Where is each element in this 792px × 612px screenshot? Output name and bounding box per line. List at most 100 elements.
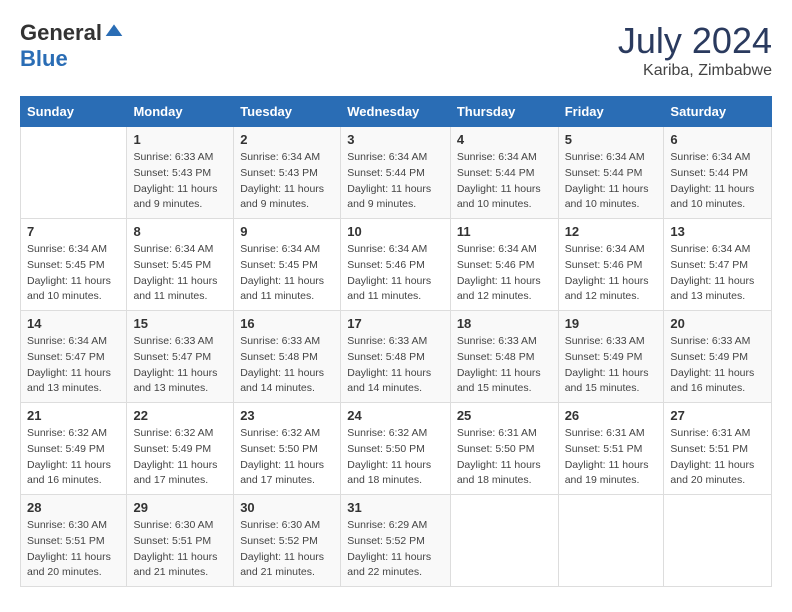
day-info: Sunrise: 6:34 AM Sunset: 5:43 PM Dayligh… [240,150,334,213]
day-info: Sunrise: 6:34 AM Sunset: 5:44 PM Dayligh… [457,150,552,213]
day-info: Sunrise: 6:34 AM Sunset: 5:44 PM Dayligh… [670,150,765,213]
day-info: Sunrise: 6:30 AM Sunset: 5:51 PM Dayligh… [133,518,227,581]
calendar-cell: 19 Sunrise: 6:33 AM Sunset: 5:49 PM Dayli… [558,311,664,403]
calendar-cell: 15Sunrise: 6:33 AM Sunset: 5:47 PM Dayli… [127,311,234,403]
calendar-cell: 31 Sunrise: 6:29 AM Sunset: 5:52 PM Dayli… [341,495,451,587]
day-number: 30 [240,500,334,515]
calendar-week-row: 14 Sunrise: 6:34 AM Sunset: 5:47 PM Dayli… [21,311,772,403]
day-info: Sunrise: 6:32 AM Sunset: 5:49 PM Dayligh… [27,426,120,489]
day-info: Sunrise: 6:34 AM Sunset: 5:44 PM Dayligh… [565,150,658,213]
calendar-cell: 25 Sunrise: 6:31 AM Sunset: 5:50 PM Dayli… [450,403,558,495]
day-number: 2 [240,132,334,147]
day-info: Sunrise: 6:34 AM Sunset: 5:45 PM Dayligh… [240,242,334,305]
day-number: 18 [457,316,552,331]
day-info: Sunrise: 6:32 AM Sunset: 5:50 PM Dayligh… [347,426,444,489]
day-info: Sunrise: 6:33 AM Sunset: 5:47 PM Dayligh… [133,334,227,397]
day-number: 29 [133,500,227,515]
calendar-week-row: 28Sunrise: 6:30 AM Sunset: 5:51 PM Dayli… [21,495,772,587]
calendar-cell: 26Sunrise: 6:31 AM Sunset: 5:51 PM Dayli… [558,403,664,495]
location-title: Kariba, Zimbabwe [618,62,772,80]
calendar-cell: 17Sunrise: 6:33 AM Sunset: 5:48 PM Dayli… [341,311,451,403]
calendar-cell: 8 Sunrise: 6:34 AM Sunset: 5:45 PM Daylig… [127,219,234,311]
calendar-cell: 5 Sunrise: 6:34 AM Sunset: 5:44 PM Daylig… [558,127,664,219]
day-number: 3 [347,132,444,147]
day-info: Sunrise: 6:33 AM Sunset: 5:48 PM Dayligh… [457,334,552,397]
calendar-table: SundayMondayTuesdayWednesdayThursdayFrid… [20,96,772,587]
day-info: Sunrise: 6:34 AM Sunset: 5:47 PM Dayligh… [670,242,765,305]
day-number: 4 [457,132,552,147]
calendar-cell: 11Sunrise: 6:34 AM Sunset: 5:46 PM Dayli… [450,219,558,311]
day-number: 8 [133,224,227,239]
day-number: 26 [565,408,658,423]
day-number: 27 [670,408,765,423]
calendar-cell: 21 Sunrise: 6:32 AM Sunset: 5:49 PM Dayli… [21,403,127,495]
day-info: Sunrise: 6:30 AM Sunset: 5:52 PM Dayligh… [240,518,334,581]
day-header-wednesday: Wednesday [341,97,451,127]
day-header-tuesday: Tuesday [234,97,341,127]
calendar-cell [558,495,664,587]
day-header-friday: Friday [558,97,664,127]
day-number: 24 [347,408,444,423]
day-info: Sunrise: 6:31 AM Sunset: 5:50 PM Dayligh… [457,426,552,489]
day-number: 14 [27,316,120,331]
calendar-cell: 12Sunrise: 6:34 AM Sunset: 5:46 PM Dayli… [558,219,664,311]
day-info: Sunrise: 6:33 AM Sunset: 5:49 PM Dayligh… [670,334,765,397]
calendar-cell [450,495,558,587]
day-info: Sunrise: 6:30 AM Sunset: 5:51 PM Dayligh… [27,518,120,581]
calendar-cell [21,127,127,219]
calendar-cell: 18 Sunrise: 6:33 AM Sunset: 5:48 PM Dayli… [450,311,558,403]
day-number: 23 [240,408,334,423]
day-info: Sunrise: 6:32 AM Sunset: 5:50 PM Dayligh… [240,426,334,489]
days-header-row: SundayMondayTuesdayWednesdayThursdayFrid… [21,97,772,127]
title-block: July 2024 Kariba, Zimbabwe [618,20,772,80]
logo: General Blue [20,20,124,72]
logo-blue-text: Blue [20,46,68,72]
calendar-cell: 24 Sunrise: 6:32 AM Sunset: 5:50 PM Dayli… [341,403,451,495]
day-number: 19 [565,316,658,331]
day-info: Sunrise: 6:34 AM Sunset: 5:46 PM Dayligh… [347,242,444,305]
day-number: 5 [565,132,658,147]
day-info: Sunrise: 6:33 AM Sunset: 5:48 PM Dayligh… [240,334,334,397]
day-number: 25 [457,408,552,423]
day-number: 20 [670,316,765,331]
day-number: 16 [240,316,334,331]
calendar-cell: 13 Sunrise: 6:34 AM Sunset: 5:47 PM Dayli… [664,219,772,311]
day-info: Sunrise: 6:34 AM Sunset: 5:45 PM Dayligh… [133,242,227,305]
day-info: Sunrise: 6:34 AM Sunset: 5:47 PM Dayligh… [27,334,120,397]
day-info: Sunrise: 6:31 AM Sunset: 5:51 PM Dayligh… [670,426,765,489]
calendar-cell: 27 Sunrise: 6:31 AM Sunset: 5:51 PM Dayli… [664,403,772,495]
calendar-cell: 6 Sunrise: 6:34 AM Sunset: 5:44 PM Daylig… [664,127,772,219]
day-number: 13 [670,224,765,239]
calendar-cell: 7 Sunrise: 6:34 AM Sunset: 5:45 PM Daylig… [21,219,127,311]
day-info: Sunrise: 6:33 AM Sunset: 5:43 PM Dayligh… [133,150,227,213]
calendar-week-row: 7 Sunrise: 6:34 AM Sunset: 5:45 PM Daylig… [21,219,772,311]
day-number: 31 [347,500,444,515]
calendar-cell: 14 Sunrise: 6:34 AM Sunset: 5:47 PM Dayli… [21,311,127,403]
calendar-cell: 16 Sunrise: 6:33 AM Sunset: 5:48 PM Dayli… [234,311,341,403]
day-info: Sunrise: 6:34 AM Sunset: 5:46 PM Dayligh… [457,242,552,305]
calendar-cell: 29 Sunrise: 6:30 AM Sunset: 5:51 PM Dayli… [127,495,234,587]
calendar-cell: 3Sunrise: 6:34 AM Sunset: 5:44 PM Daylig… [341,127,451,219]
calendar-cell: 30 Sunrise: 6:30 AM Sunset: 5:52 PM Dayli… [234,495,341,587]
day-info: Sunrise: 6:29 AM Sunset: 5:52 PM Dayligh… [347,518,444,581]
day-number: 6 [670,132,765,147]
calendar-cell: 9 Sunrise: 6:34 AM Sunset: 5:45 PM Daylig… [234,219,341,311]
day-header-sunday: Sunday [21,97,127,127]
calendar-cell: 23 Sunrise: 6:32 AM Sunset: 5:50 PM Dayli… [234,403,341,495]
day-info: Sunrise: 6:33 AM Sunset: 5:49 PM Dayligh… [565,334,658,397]
calendar-cell: 1 Sunrise: 6:33 AM Sunset: 5:43 PM Daylig… [127,127,234,219]
calendar-cell: 2 Sunrise: 6:34 AM Sunset: 5:43 PM Daylig… [234,127,341,219]
calendar-week-row: 21 Sunrise: 6:32 AM Sunset: 5:49 PM Dayli… [21,403,772,495]
calendar-cell: 10Sunrise: 6:34 AM Sunset: 5:46 PM Dayli… [341,219,451,311]
day-number: 7 [27,224,120,239]
day-number: 17 [347,316,444,331]
page-header: General Blue July 2024 Kariba, Zimbabwe [20,20,772,80]
day-info: Sunrise: 6:34 AM Sunset: 5:45 PM Dayligh… [27,242,120,305]
calendar-cell: 28Sunrise: 6:30 AM Sunset: 5:51 PM Dayli… [21,495,127,587]
day-number: 9 [240,224,334,239]
day-header-thursday: Thursday [450,97,558,127]
month-title: July 2024 [618,20,772,62]
day-number: 21 [27,408,120,423]
calendar-cell [664,495,772,587]
day-number: 1 [133,132,227,147]
